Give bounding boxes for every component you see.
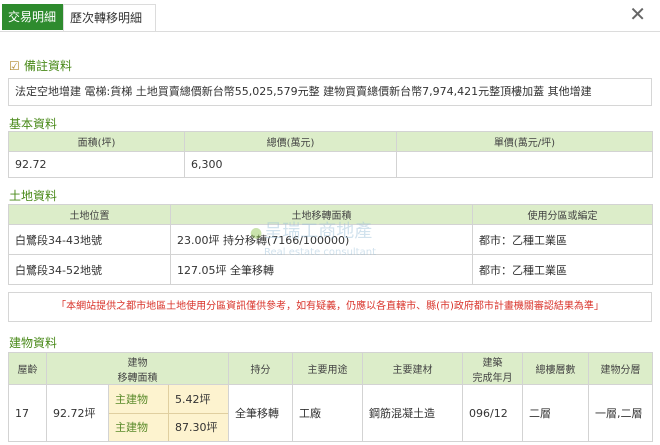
building-age: 17 <box>8 384 47 442</box>
tab-transfer-history[interactable]: 歷次轉移明細 <box>63 4 156 31</box>
land-header-location: 土地位置 <box>8 204 171 225</box>
table-row: 17 92.72坪 主建物 5.42坪 主建物 87.30坪 全筆移轉 工廠 鋼… <box>8 384 653 442</box>
land-location: 白鷺段34-43地號 <box>8 224 171 255</box>
tab-bar: 交易明細 歷次轉移明細 ✕ <box>0 0 660 32</box>
building-built: 096/12 <box>462 384 523 442</box>
building-material: 鋼筋混凝土造 <box>362 384 463 442</box>
building-sub-name: 主建物 <box>109 413 169 441</box>
building-section-title: 建物資料 <box>9 336 58 350</box>
building-table: 屋齡 建物 移轉面積 持分 主要用途 主要建材 建築 完成年月 總樓層數 建物分… <box>8 352 653 442</box>
basic-header-total-price: 總價(萬元) <box>184 131 397 152</box>
zoning-disclaimer: 「本網站提供之都市地區土地使用分區資訊僅供參考，如有疑義，仍應以各直轄市、縣(市… <box>8 292 652 322</box>
building-use: 工廠 <box>292 384 363 442</box>
land-zoning: 都市：乙種工業區 <box>472 224 653 255</box>
basic-header-unit-price: 單價(萬元/坪) <box>396 131 653 152</box>
basic-header-area: 面積(坪) <box>8 131 185 152</box>
basic-table: 面積(坪) 總價(萬元) 單價(萬元/坪) 92.72 6,300 <box>8 131 653 178</box>
building-sub-area: 5.42坪 <box>168 385 228 414</box>
building-sub-area: 87.30坪 <box>168 413 228 441</box>
building-header-built-line2: 完成年月 <box>472 372 513 384</box>
edit-checkbox-icon: ☑ <box>9 59 20 73</box>
remarks-title-text: 備註資料 <box>24 59 73 73</box>
building-header-share: 持分 <box>228 352 293 385</box>
watermark-leaf-icon: ● <box>250 225 263 241</box>
building-sub-items: 主建物 5.42坪 主建物 87.30坪 <box>108 384 229 442</box>
close-icon[interactable]: ✕ <box>629 3 646 25</box>
building-header-area: 建物 移轉面積 <box>46 352 229 385</box>
land-zoning: 都市：乙種工業區 <box>472 254 653 285</box>
building-header-use: 主要用途 <box>292 352 363 385</box>
basic-section-title: 基本資料 <box>9 117 58 131</box>
building-floors: 二層 <box>522 384 589 442</box>
basic-total-price-value: 6,300 <box>184 151 397 178</box>
remarks-text: 法定空地增建 電梯:貨梯 土地買賣總價新台幣55,025,579元整 建物買賣總… <box>8 78 652 106</box>
building-split: 一層,二層 <box>588 384 653 442</box>
remarks-section-title: ☑ 備註資料 <box>9 57 72 74</box>
watermark-logo: ● 呈瑞工商地產 Real estate consultant <box>250 222 376 263</box>
building-header-floors: 總樓層數 <box>522 352 589 385</box>
tab-transaction-detail[interactable]: 交易明細 <box>2 4 63 30</box>
list-item: 主建物 5.42坪 <box>109 385 228 414</box>
land-section-title: 土地資料 <box>9 189 58 203</box>
land-location: 白鷺段34-52地號 <box>8 254 171 285</box>
building-header-built-line1: 建築 <box>482 357 503 369</box>
building-total-area: 92.72坪 <box>46 384 109 442</box>
building-header-area-line2: 移轉面積 <box>117 372 158 384</box>
building-share: 全筆移轉 <box>228 384 293 442</box>
building-sub-table: 主建物 5.42坪 主建物 87.30坪 <box>109 385 228 441</box>
basic-unit-price-value <box>396 151 653 178</box>
building-header-area-line1: 建物 <box>127 357 148 369</box>
watermark-name: 呈瑞工商地產 <box>264 221 373 242</box>
building-header-built: 建築 完成年月 <box>462 352 523 385</box>
list-item: 主建物 87.30坪 <box>109 413 228 441</box>
building-sub-name: 主建物 <box>109 385 169 414</box>
building-header-age: 屋齡 <box>8 352 47 385</box>
building-header-split: 建物分層 <box>588 352 653 385</box>
basic-area-value: 92.72 <box>8 151 185 178</box>
land-header-zoning: 使用分區或編定 <box>472 204 653 225</box>
building-header-material: 主要建材 <box>362 352 463 385</box>
watermark-subtitle: Real estate consultant <box>264 247 376 258</box>
